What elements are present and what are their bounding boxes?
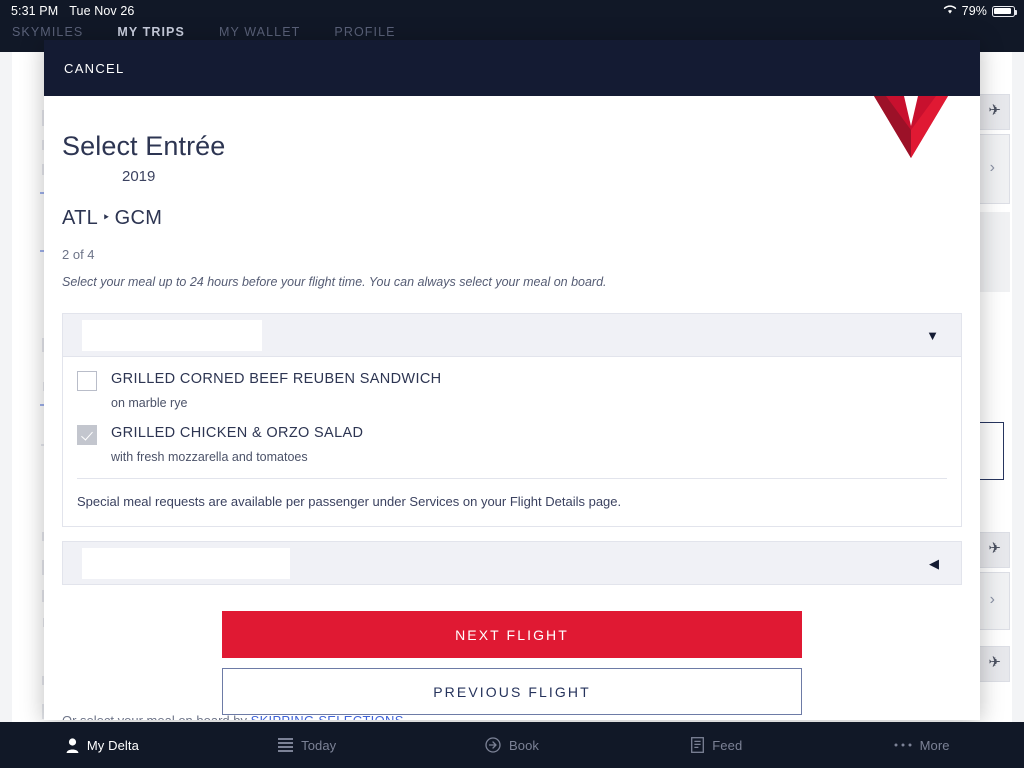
skip-prefix-text: Or select your meal on board by [62,713,251,720]
meal-options-panel: GRILLED CORNED BEEF REUBEN SANDWICH on m… [62,357,962,527]
tab-label: Feed [712,737,743,753]
list-icon [278,738,294,752]
route-separator-icon: ‣ [102,209,111,225]
skip-selections-line: Or select your meal on board by SKIPPING… [62,713,404,720]
tab-feed[interactable]: Feed [614,737,819,753]
year-label: 2019 [122,168,156,185]
next-flight-button[interactable]: NEXT FLIGHT [222,611,802,658]
tab-label: Book [508,737,539,753]
meal-option-description: on marble rye [111,396,188,410]
delta-widget-logo [874,96,948,158]
route-label: ATL ‣ GCM [62,207,980,230]
meal-option-label: GRILLED CHICKEN & ORZO SALAD [111,425,364,441]
meal-option-checkbox[interactable] [77,425,97,445]
meal-option-row[interactable]: GRILLED CORNED BEEF REUBEN SANDWICH [77,357,947,391]
book-arrow-icon [485,737,501,753]
previous-flight-button[interactable]: PREVIOUS FLIGHT [222,668,802,715]
meal-option-checkbox[interactable] [77,371,97,391]
modal-actions: NEXT FLIGHT PREVIOUS FLIGHT [222,611,802,715]
flight-dropdown-primary-value [82,319,262,351]
cancel-button[interactable]: CANCEL [44,61,125,76]
route-origin: ATL [62,207,99,229]
route-destination: GCM [114,207,163,229]
meal-option-row[interactable]: GRILLED CHICKEN & ORZO SALAD [77,422,947,445]
tab-today[interactable]: Today [205,738,410,753]
meal-option-description: with fresh mozzarella and tomatoes [111,450,308,464]
skipping-selections-link[interactable]: SKIPPING SELECTIONS [251,713,404,720]
special-meal-note: Special meal requests are available per … [77,494,622,509]
meal-selection-section: ▼ GRILLED CORNED BEEF REUBEN SANDWICH on… [62,313,962,715]
screen: 5:31 PM Tue Nov 26 79% SKYMILES MY TRIPS… [0,0,1024,768]
modal-titles: Select Entrée 2019 ATL ‣ GCM 2 of 4 Select… [44,96,980,289]
tab-more[interactable]: More [819,738,1024,753]
tab-book[interactable]: Book [410,737,615,753]
chevron-left-icon: ◀ [929,555,939,571]
flight-dropdown-secondary[interactable]: ◀ [62,541,962,585]
tab-label: More [919,737,950,753]
meal-option-label: GRILLED CORNED BEEF REUBEN SANDWICH [111,371,442,387]
chevron-down-icon: ▼ [926,327,939,343]
ellipsis-icon [894,742,912,748]
flight-dropdown-primary[interactable]: ▼ [62,313,962,357]
select-entree-modal: CANCEL Select Entrée 2019 ATL ‣ GCM 2 of 4… [44,40,980,720]
modal-header: CANCEL [44,40,980,96]
tab-my-delta[interactable]: My Delta [0,738,205,753]
tab-label: My Delta [86,737,139,753]
feed-icon [691,737,705,753]
step-counter: 2 of 4 [62,247,95,262]
modal-body: Select Entrée 2019 ATL ‣ GCM 2 of 4 Select… [44,96,980,720]
bottom-tab-bar: My Delta Today Book Feed More [0,722,1024,768]
tab-label: Today [301,737,337,753]
person-icon [66,737,79,753]
flight-dropdown-secondary-value [82,547,290,579]
page-title: Select Entrée [62,131,226,161]
meal-hint-text: Select your meal up to 24 hours before y… [62,275,607,289]
